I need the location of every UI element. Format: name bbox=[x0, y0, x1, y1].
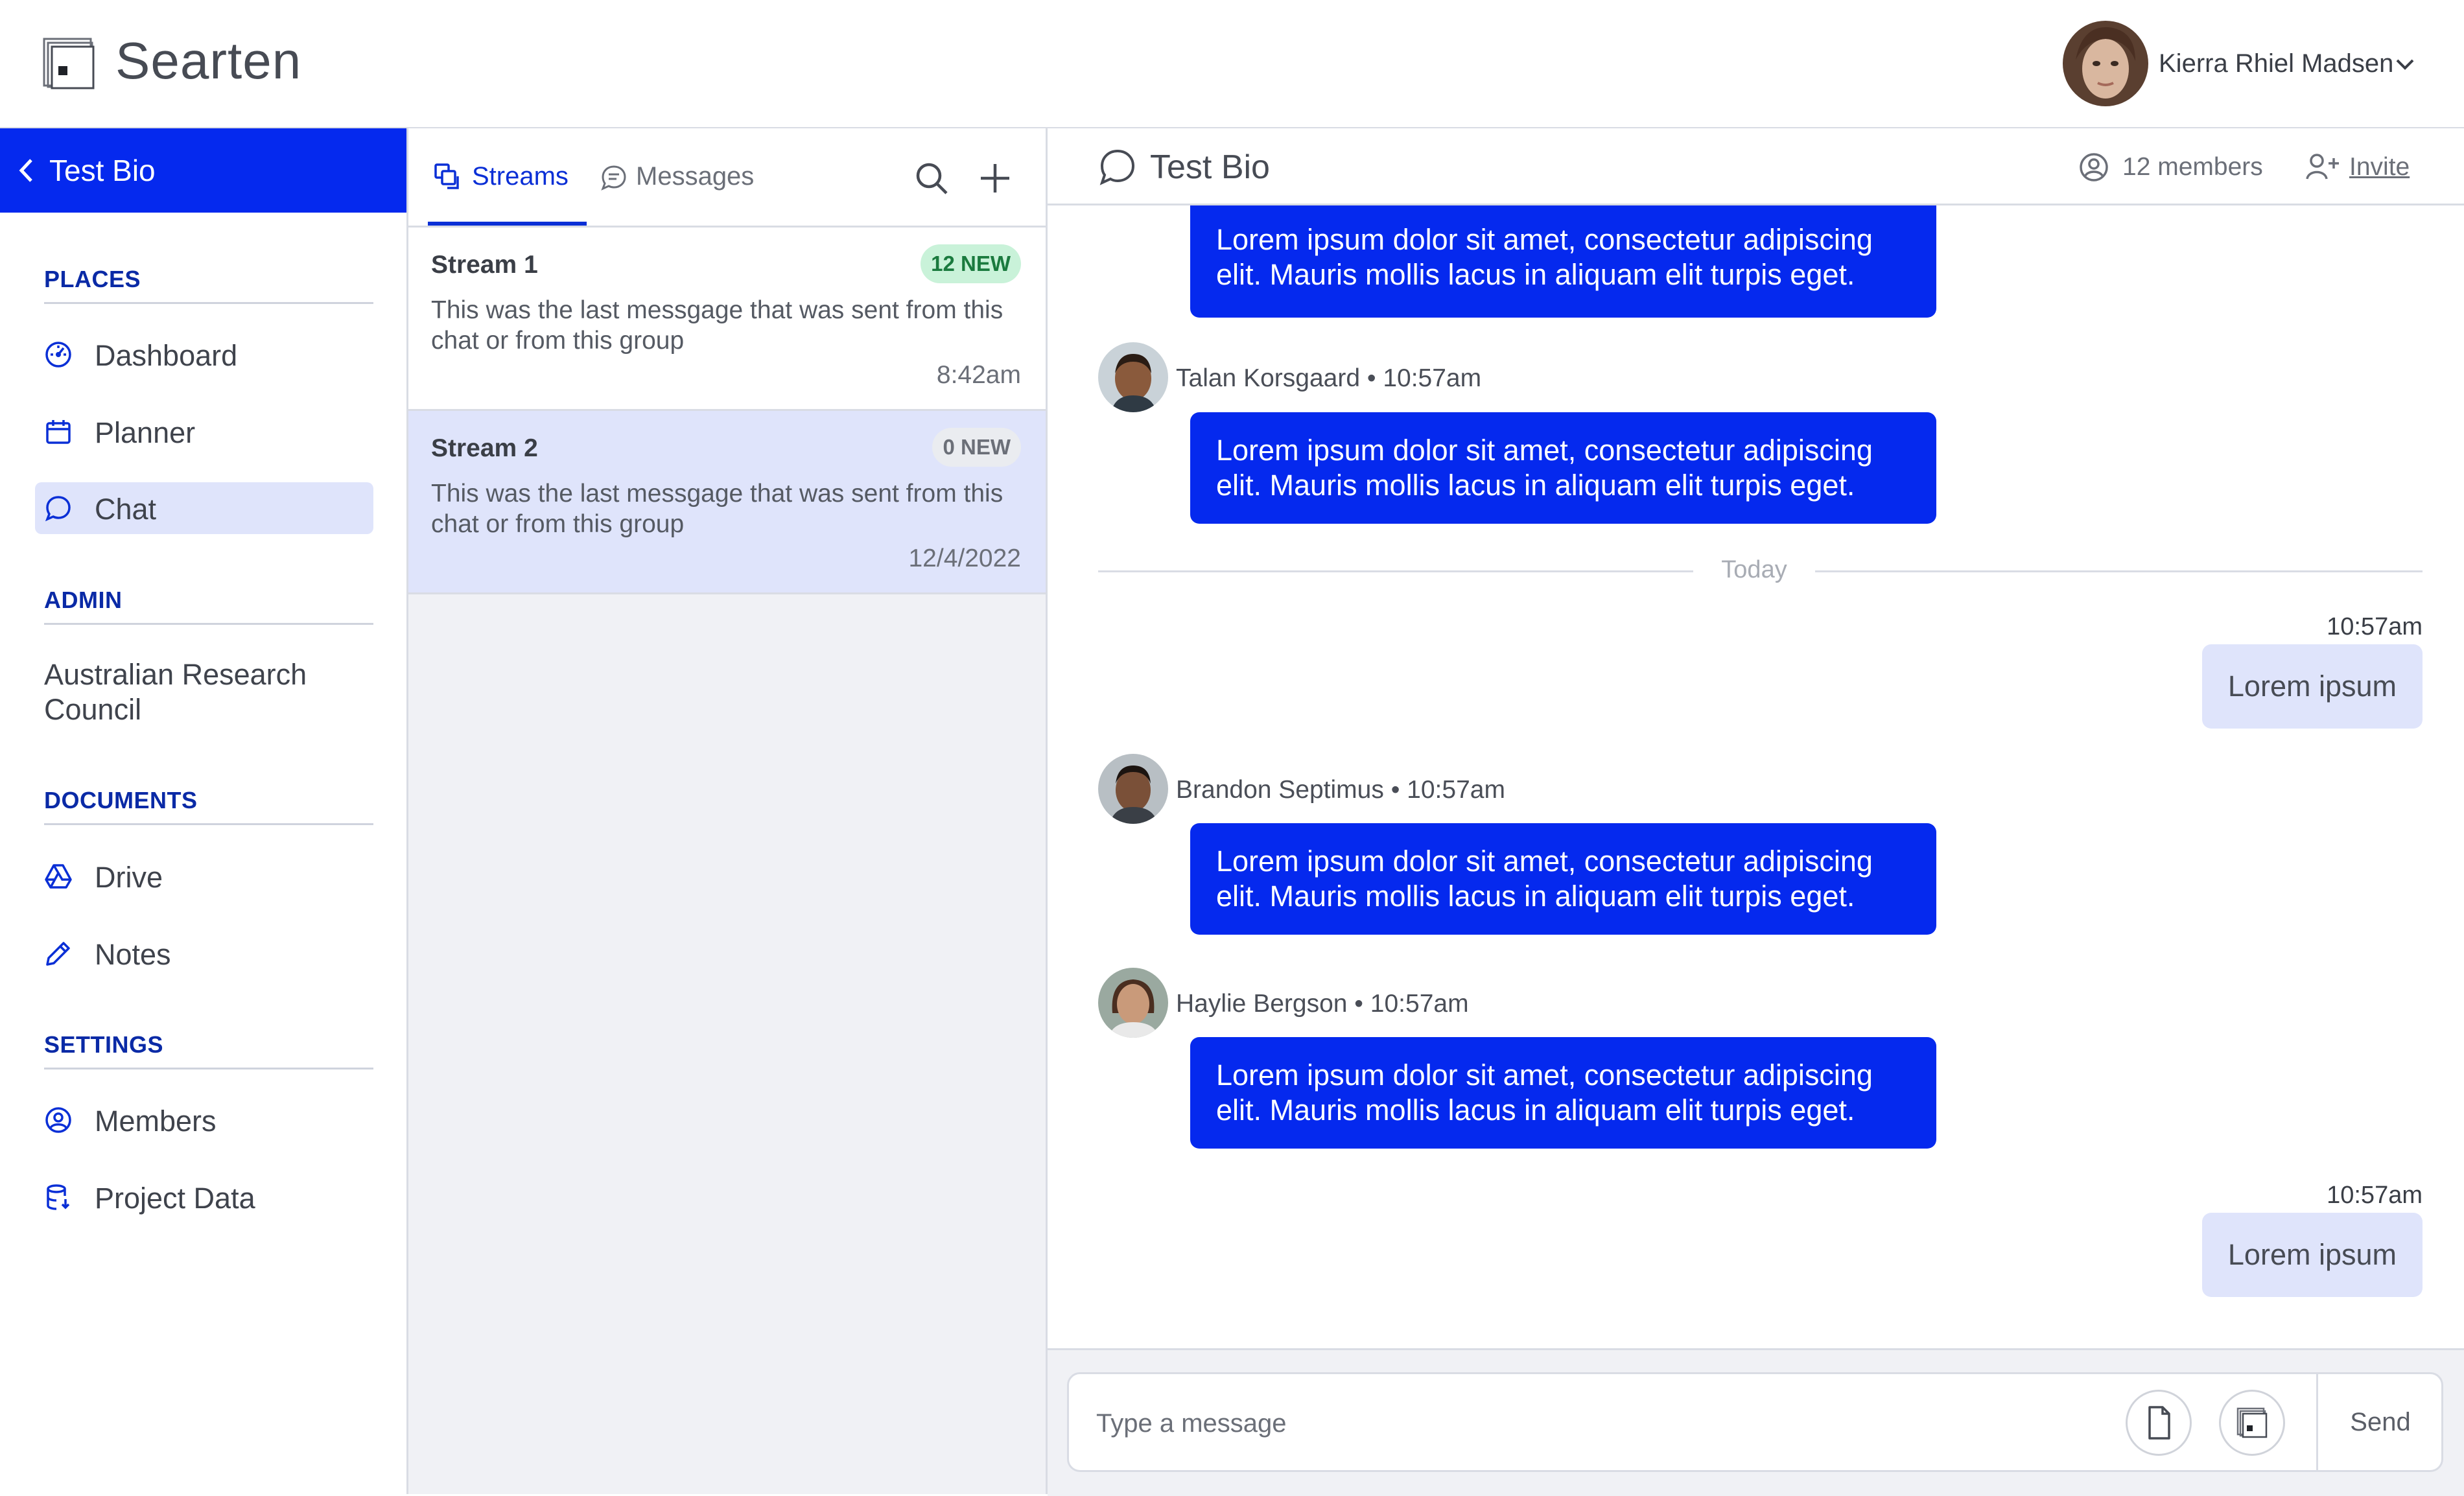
message-time: 10:57am bbox=[2327, 1182, 2423, 1209]
sidebar-item-members[interactable]: Members bbox=[35, 1094, 373, 1146]
sender-avatar[interactable] bbox=[1098, 968, 1168, 1038]
stream-item-2[interactable]: Stream 2 0 NEW This was the last messgag… bbox=[408, 411, 1046, 594]
user-circle-icon bbox=[2078, 152, 2109, 183]
send-button[interactable]: Send bbox=[2319, 1374, 2442, 1470]
chat-bubble-icon bbox=[44, 494, 73, 522]
sidebar-item-notes[interactable]: Notes bbox=[35, 928, 373, 979]
sidebar-item-label: Chat bbox=[95, 493, 157, 526]
stream-time: 8:42am bbox=[936, 361, 1021, 389]
section-title-settings: SETTINGS bbox=[44, 1031, 373, 1069]
chat-title: Test Bio bbox=[1150, 148, 1270, 186]
section-title-documents: DOCUMENTS bbox=[44, 787, 373, 825]
project-back-button[interactable]: Test Bio bbox=[0, 128, 406, 213]
own-message-bubble: Lorem ipsum bbox=[2201, 644, 2423, 729]
sidebar-item-label: Dashboard bbox=[95, 339, 238, 372]
invite-link[interactable]: Invite bbox=[2349, 153, 2410, 181]
stream-time: 12/4/2022 bbox=[908, 544, 1021, 572]
streams-tabbar: Streams Messages bbox=[408, 128, 1046, 228]
sender-avatar[interactable] bbox=[1098, 342, 1168, 412]
section-title-admin: ADMIN bbox=[44, 587, 373, 625]
pencil-icon bbox=[44, 939, 73, 968]
sidebar-item-project-data[interactable]: Project Data bbox=[35, 1171, 373, 1223]
stream-new-badge: 12 NEW bbox=[921, 244, 1021, 283]
sidebar: Test Bio PLACES Dashboard Planner Chat A… bbox=[0, 128, 408, 1494]
message-time: 10:57am bbox=[2327, 613, 2423, 640]
composer-separator bbox=[2316, 1374, 2318, 1470]
add-user-icon[interactable] bbox=[2305, 152, 2341, 183]
message-bubble: Lorem ipsum dolor sit amet, consectetur … bbox=[1190, 412, 1936, 524]
user-avatar[interactable] bbox=[2063, 21, 2148, 106]
message-bubble-icon bbox=[600, 163, 628, 192]
tab-label: Streams bbox=[472, 162, 569, 191]
sidebar-item-label: Notes bbox=[95, 938, 171, 971]
database-icon bbox=[44, 1183, 73, 1211]
sidebar-item-planner[interactable]: Planner bbox=[35, 406, 373, 458]
dashboard-icon bbox=[44, 340, 73, 369]
stream-title: Stream 1 bbox=[431, 251, 538, 279]
sender-name: Talan Korsgaard • 10:57am bbox=[1176, 364, 1482, 392]
streams-icon bbox=[433, 162, 462, 191]
sidebar-item-label: Project Data bbox=[95, 1182, 255, 1215]
streams-panel: Streams Messages Stream 1 12 NEW This wa… bbox=[408, 128, 1048, 1494]
calendar-icon bbox=[44, 417, 73, 446]
date-divider-line bbox=[1098, 570, 1693, 572]
message-bubble: Lorem ipsum dolor sit amet, consectetur … bbox=[1190, 205, 1936, 318]
own-message-bubble: Lorem ipsum bbox=[2201, 1213, 2423, 1297]
user-name[interactable]: Kierra Rhiel Madsen bbox=[2159, 49, 2393, 78]
message-bubble: Lorem ipsum dolor sit amet, consectetur … bbox=[1190, 1037, 1936, 1149]
stream-preview: This was the last messgage that was sent… bbox=[431, 296, 1003, 355]
message-composer: Send bbox=[1067, 1372, 2443, 1472]
search-icon[interactable] bbox=[913, 159, 950, 197]
sender-avatar[interactable] bbox=[1098, 754, 1168, 824]
section-title-places: PLACES bbox=[44, 266, 373, 304]
sidebar-item-label: Drive bbox=[95, 861, 163, 894]
members-count[interactable]: 12 members bbox=[2122, 153, 2263, 181]
tab-label: Messages bbox=[636, 162, 755, 191]
sender-name: Haylie Bergson • 10:57am bbox=[1176, 990, 1469, 1018]
app-name: Searten bbox=[115, 32, 302, 89]
top-header: Searten Kierra Rhiel Madsen bbox=[0, 0, 2464, 129]
chat-bubble-icon bbox=[1098, 148, 1137, 187]
user-circle-icon bbox=[44, 1106, 73, 1134]
attach-file-button[interactable] bbox=[2126, 1390, 2192, 1456]
sidebar-item-label: Planner bbox=[95, 416, 196, 449]
composer-area: Send bbox=[1048, 1348, 2464, 1496]
admin-organization[interactable]: Australian Research Council bbox=[44, 657, 368, 727]
stream-preview: This was the last messgage that was sent… bbox=[431, 480, 1003, 538]
chevron-down-icon[interactable] bbox=[2392, 54, 2418, 74]
tab-streams[interactable]: Streams bbox=[428, 128, 587, 226]
date-divider-label: Today bbox=[1721, 556, 1787, 583]
date-divider-line bbox=[1815, 570, 2423, 572]
stream-item-1[interactable]: Stream 1 12 NEW This was the last messga… bbox=[408, 228, 1046, 411]
project-title: Test Bio bbox=[49, 154, 156, 187]
chat-header: Test Bio 12 members Invite bbox=[1048, 128, 2464, 205]
attach-project-button[interactable] bbox=[2219, 1390, 2285, 1456]
chat-panel: Test Bio 12 members Invite Lorem ipsum d… bbox=[1048, 128, 2464, 1496]
stream-title: Stream 2 bbox=[431, 434, 538, 462]
drive-icon bbox=[44, 862, 73, 891]
message-input[interactable] bbox=[1095, 1400, 2070, 1447]
add-icon[interactable] bbox=[976, 159, 1014, 197]
tab-messages[interactable]: Messages bbox=[600, 128, 768, 226]
app-logo-icon[interactable] bbox=[43, 38, 95, 89]
sidebar-item-chat[interactable]: Chat bbox=[35, 482, 373, 534]
sidebar-item-label: Members bbox=[95, 1104, 217, 1138]
sidebar-item-dashboard[interactable]: Dashboard bbox=[35, 329, 373, 380]
sidebar-item-drive[interactable]: Drive bbox=[35, 850, 373, 902]
message-bubble: Lorem ipsum dolor sit amet, consectetur … bbox=[1190, 823, 1936, 935]
chevron-left-icon bbox=[17, 157, 35, 184]
stream-new-badge: 0 NEW bbox=[932, 428, 1021, 467]
sender-name: Brandon Septimus • 10:57am bbox=[1176, 776, 1505, 804]
